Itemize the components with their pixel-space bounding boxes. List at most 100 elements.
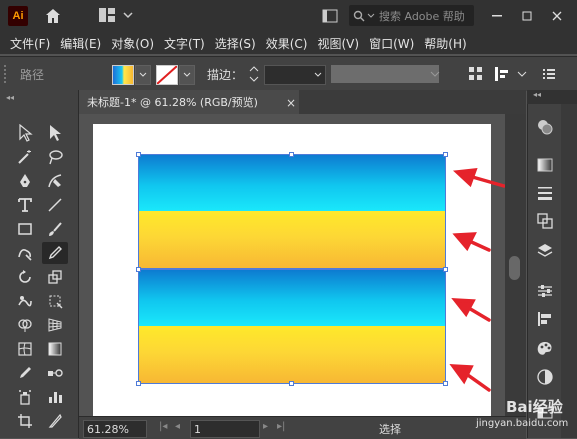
scale-tool-icon[interactable]	[42, 266, 68, 288]
warp-tool-icon[interactable]	[12, 290, 38, 312]
blend-tool-icon[interactable]	[42, 362, 68, 384]
shaper-tool-icon[interactable]	[12, 242, 38, 264]
last-artboard-icon[interactable]: ▸|	[277, 421, 285, 432]
selection-tool-icon[interactable]	[12, 122, 38, 144]
stroke-weight-label: 描边：	[207, 68, 244, 82]
eyedropper2-tool-icon[interactable]	[12, 362, 38, 384]
next-artboard-icon[interactable]: ▸	[263, 421, 268, 432]
paintbrush-tool-icon[interactable]	[42, 218, 68, 240]
eyedropper-tool-icon[interactable]	[42, 242, 68, 264]
stroke-swatch[interactable]	[156, 65, 178, 85]
rectangle-tool-icon[interactable]	[12, 218, 38, 240]
appearance-panel-icon[interactable]	[536, 118, 554, 136]
close-tab-icon[interactable]: ×	[286, 96, 296, 110]
first-artboard-icon[interactable]: |◂	[159, 421, 167, 432]
previous-artboard-icon[interactable]: ◂	[175, 421, 180, 432]
magic-wand-tool-icon[interactable]	[12, 146, 38, 168]
artboard-number-field[interactable]: 1	[190, 420, 260, 438]
column-graph-tool-icon[interactable]	[42, 386, 68, 408]
chevron-down-icon[interactable]	[514, 66, 530, 82]
slice-tool-icon[interactable]	[42, 410, 68, 432]
symbol-sprayer-tool-icon[interactable]	[12, 386, 38, 408]
document-tab-title: 未标题-1* @ 61.28% (RGB/预览)	[87, 96, 258, 109]
collapsed-panel-dock	[527, 104, 562, 438]
control-bar: 路径 描边：	[0, 56, 577, 91]
stroke-weight-stepper[interactable]	[247, 64, 261, 84]
direct-selection-tool-icon[interactable]	[42, 122, 68, 144]
gradient-tool-icon[interactable]	[42, 338, 68, 360]
pen-tool-icon[interactable]	[12, 170, 38, 192]
stroke-dropdown[interactable]	[179, 65, 195, 85]
current-tool-status: 选择	[379, 423, 401, 436]
lasso-tool-icon[interactable]	[42, 146, 68, 168]
curvature-tool-icon[interactable]	[42, 170, 68, 192]
line-segment-tool-icon[interactable]	[42, 194, 68, 216]
search-input[interactable]: 搜索 Adobe 帮助	[349, 5, 474, 26]
app-logo: Ai	[8, 6, 28, 26]
panel-grip[interactable]	[4, 65, 10, 83]
panel-menu-icon[interactable]	[541, 66, 557, 82]
title-bar: Ai 搜索 Adobe 帮助	[0, 0, 577, 32]
menu-type[interactable]: 文字(T)	[164, 35, 205, 52]
scrollbar-thumb[interactable]	[509, 256, 520, 280]
stroke-weight-field[interactable]	[264, 65, 326, 85]
transparency-panel-icon[interactable]	[536, 368, 554, 386]
grid-icon[interactable]	[468, 66, 484, 82]
home-icon[interactable]	[44, 7, 62, 25]
search-placeholder: 搜索 Adobe 帮助	[379, 9, 465, 23]
watermark-logo-text: Bai经验	[506, 398, 563, 416]
menu-help[interactable]: 帮助(H)	[424, 35, 466, 52]
annotation-arrow-head	[451, 298, 476, 318]
fill-swatch[interactable]	[112, 65, 134, 85]
type-tool-icon[interactable]	[12, 194, 38, 216]
shape-builder-tool-icon[interactable]	[12, 314, 38, 336]
zoom-level: 61.28%	[87, 422, 129, 436]
menu-view[interactable]: 视图(V)	[317, 35, 359, 52]
annotation-arrows	[449, 167, 505, 392]
stroke-panel-icon[interactable]	[536, 184, 554, 202]
watermark: Bai经验 jingyan.baidu.com	[476, 396, 576, 436]
vertical-scrollbar[interactable]	[505, 114, 526, 416]
perspective-grid-tool-icon[interactable]	[42, 314, 68, 336]
align-options-icon[interactable]	[494, 66, 510, 82]
canvas[interactable]	[79, 114, 505, 416]
artboard-tool-icon[interactable]	[12, 410, 38, 432]
gradient-panel-icon[interactable]	[536, 156, 554, 174]
annotation-arrow-head	[452, 167, 478, 188]
variable-width-profile[interactable]	[331, 65, 439, 83]
artboard-number: 1	[194, 422, 201, 436]
menu-select[interactable]: 选择(S)	[215, 35, 256, 52]
selected-object-label: 路径	[20, 68, 45, 82]
workspace-layout-icon[interactable]	[99, 8, 115, 22]
collapse-panel-icon[interactable]: ◂◂	[6, 93, 14, 102]
chevron-down-icon[interactable]	[427, 66, 443, 82]
chevron-down-icon[interactable]	[123, 8, 133, 22]
minimize-button[interactable]	[487, 6, 507, 26]
align-panel-icon[interactable]	[536, 310, 554, 328]
chevron-down-icon	[139, 72, 147, 77]
chevron-down-icon	[314, 72, 322, 77]
properties-panel-icon[interactable]	[536, 282, 554, 300]
transform-panel-icon[interactable]	[536, 212, 554, 230]
chevron-down-icon	[367, 13, 375, 18]
menu-effect[interactable]: 效果(C)	[266, 35, 308, 52]
menu-file[interactable]: 文件(F)	[10, 35, 50, 52]
fill-dropdown[interactable]	[135, 65, 151, 85]
arrange-documents-icon[interactable]	[322, 8, 338, 24]
free-transform-tool-icon[interactable]	[42, 290, 68, 312]
mesh-tool-icon[interactable]	[12, 338, 38, 360]
document-tab[interactable]: 未标题-1* @ 61.28% (RGB/预览) ×	[79, 90, 299, 114]
document-tab-bar: 未标题-1* @ 61.28% (RGB/预览) ×	[79, 90, 526, 114]
chevron-down-icon	[183, 72, 191, 77]
color-panel-icon[interactable]	[536, 340, 554, 358]
menu-window[interactable]: 窗口(W)	[369, 35, 414, 52]
maximize-button[interactable]	[517, 6, 537, 26]
menu-object[interactable]: 对象(O)	[111, 35, 154, 52]
layers-panel-icon[interactable]	[536, 242, 554, 260]
menu-edit[interactable]: 编辑(E)	[60, 35, 101, 52]
expand-panels-icon[interactable]: ◂◂	[533, 90, 541, 99]
close-button[interactable]	[547, 6, 567, 26]
zoom-level-field[interactable]: 61.28%	[83, 420, 147, 438]
panel-dock-strip	[561, 104, 577, 438]
rotate-tool-icon[interactable]	[12, 266, 38, 288]
